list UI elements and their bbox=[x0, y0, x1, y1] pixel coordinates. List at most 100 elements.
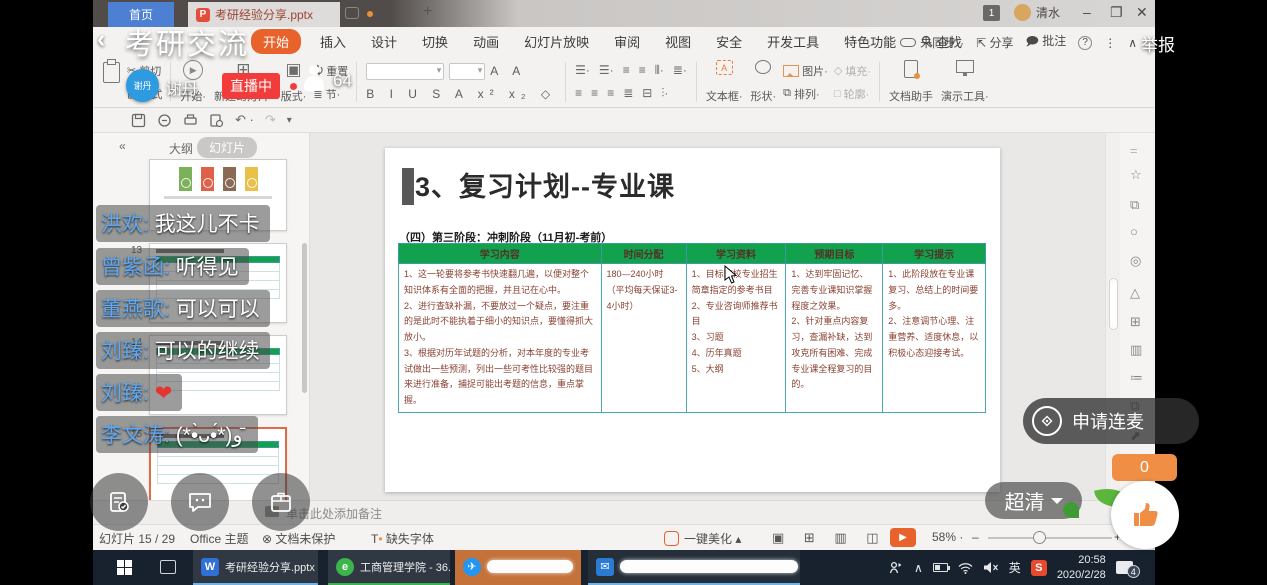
ribbon-tab-animation[interactable]: 动画 bbox=[467, 30, 505, 53]
doc-protection-status[interactable]: ⊗ 文档未保护 bbox=[262, 530, 335, 547]
ribbon-tab-transition[interactable]: 切换 bbox=[416, 30, 454, 53]
sign-in-button[interactable] bbox=[90, 473, 148, 531]
notification-center-icon[interactable]: 4 bbox=[1116, 561, 1133, 574]
streamer-name: 谢丹 bbox=[166, 75, 198, 99]
settings-sliders-icon[interactable]: ≔ bbox=[1130, 370, 1143, 386]
ribbon-tab-insert[interactable]: 插入 bbox=[314, 30, 352, 53]
start-button[interactable] bbox=[117, 560, 132, 575]
scrollbar-thumb[interactable] bbox=[1109, 278, 1118, 330]
chart-panel-icon[interactable]: ▥ bbox=[1130, 342, 1142, 358]
customize-quickbar-button[interactable]: ▾ bbox=[287, 115, 292, 126]
streamer-avatar[interactable]: 谢丹 bbox=[126, 69, 159, 102]
screenshot-root: 首页 P 考研经验分享.pptx + 1 清水 – ❐ ✕ 开始 插入 设计 切… bbox=[0, 0, 1267, 585]
clock[interactable]: 20:58 2020/2/28 bbox=[1057, 553, 1106, 583]
request-mic-button[interactable]: ⟐ 申请连麦 bbox=[1023, 398, 1199, 444]
report-button[interactable]: 举报 bbox=[1141, 31, 1175, 56]
doc-assistant-button[interactable]: 文档助手 bbox=[885, 59, 937, 105]
missing-font-status[interactable]: T• 缺失字体 bbox=[371, 530, 434, 547]
seal-icon[interactable]: ◎ bbox=[1130, 253, 1141, 269]
beautify-button[interactable]: 一键美化 ▴ bbox=[664, 530, 741, 547]
output-icon[interactable] bbox=[157, 113, 172, 128]
account-chip[interactable]: 清水 bbox=[1014, 4, 1060, 21]
speaker-muted-icon[interactable] bbox=[983, 561, 999, 574]
restore-button[interactable]: ❐ bbox=[1110, 4, 1123, 21]
ribbon-tab-strip: 开始 插入 设计 切换 动画 幻灯片放映 审阅 视图 安全 开发工具 特色功能 … bbox=[93, 27, 1155, 55]
comment-button[interactable]: 🗩 批注 bbox=[1026, 32, 1067, 53]
like-button[interactable] bbox=[1111, 481, 1179, 549]
zoom-out-button[interactable]: – bbox=[972, 530, 979, 544]
back-button[interactable]: ‹ bbox=[97, 25, 105, 54]
gift-box-button[interactable] bbox=[252, 473, 310, 531]
sogou-input-icon[interactable]: S bbox=[1031, 560, 1047, 576]
textbox-button[interactable]: A 文本框· bbox=[702, 59, 747, 105]
table-panel-icon[interactable]: ⊞ bbox=[1130, 314, 1141, 330]
paste-button[interactable] bbox=[99, 59, 124, 105]
list-format-buttons-row1[interactable]: ☰·☰·≡≡⫴·≣· bbox=[575, 63, 687, 78]
minimize-button[interactable]: – bbox=[1083, 4, 1091, 20]
fill-button[interactable]: ◇ 填充· bbox=[834, 63, 871, 79]
ribbon-tab-dev-tools[interactable]: 开发工具 bbox=[761, 30, 825, 53]
shapes-button[interactable]: 形状· bbox=[747, 59, 781, 105]
font-size-select[interactable] bbox=[449, 63, 485, 80]
panel-scrollbar[interactable] bbox=[302, 243, 307, 393]
share-button[interactable]: ⇱ 分享 bbox=[976, 34, 1013, 51]
help-button[interactable]: ? bbox=[1078, 36, 1092, 50]
redo-button[interactable]: ↷ bbox=[265, 112, 276, 128]
print-preview-icon[interactable] bbox=[209, 113, 224, 128]
new-tab-button[interactable]: + bbox=[423, 3, 432, 21]
panel-tab-outline[interactable]: 大纲 bbox=[169, 140, 193, 157]
panel-collapse-button[interactable]: « bbox=[119, 139, 126, 153]
switch-windows-icon[interactable]: ⧉ bbox=[1130, 197, 1139, 213]
list-format-buttons-row2[interactable]: ≡≡≡≣⊟⫶· bbox=[575, 86, 687, 101]
undo-button[interactable]: ↶ · bbox=[235, 112, 254, 128]
ribbon-tab-home[interactable]: 开始 bbox=[251, 29, 301, 54]
taskbar-app-chat-flashing[interactable]: ✈ bbox=[455, 550, 581, 585]
battery-icon[interactable] bbox=[933, 563, 948, 572]
ribbon-tab-view[interactable]: 视图 bbox=[659, 30, 697, 53]
slideshow-play-button[interactable]: ▶ bbox=[890, 528, 916, 547]
ribbon-tab-special[interactable]: 特色功能 bbox=[838, 30, 902, 53]
ime-indicator[interactable]: 英 bbox=[1009, 559, 1021, 576]
outline-button[interactable]: □ 轮廓· bbox=[834, 86, 871, 102]
chat-button[interactable] bbox=[171, 473, 229, 531]
taskbar-app-school[interactable]: e 工商管理学院 - 36... bbox=[328, 550, 450, 585]
current-slide[interactable]: 3、复习计划--专业课 （四）第三阶段：冲刺阶段（11月初-考前） 学习内容 时… bbox=[385, 148, 1000, 492]
present-tools-button[interactable]: 演示工具· bbox=[937, 59, 993, 105]
collapse-ribbon-button[interactable]: ∧ bbox=[1128, 36, 1137, 50]
panel-tab-slides[interactable]: 幻灯片 bbox=[197, 137, 257, 158]
document-scrollbar[interactable] bbox=[1105, 133, 1120, 500]
docs-count-badge[interactable]: 1 bbox=[983, 5, 1000, 21]
task-view-button[interactable] bbox=[160, 560, 176, 574]
font-style-buttons[interactable]: B I U S A x² x₂ ◇ bbox=[366, 87, 556, 101]
taskbar-app-wps[interactable]: W 考研经验分享.pptx ... bbox=[193, 550, 318, 585]
arrange-button[interactable]: ⧉ 排列· bbox=[783, 86, 828, 102]
theme-name[interactable]: Office 主题 bbox=[190, 530, 248, 547]
people-nearby-icon[interactable] bbox=[888, 560, 904, 576]
zoom-level[interactable]: 58% · bbox=[932, 530, 963, 544]
picture-button[interactable]: 图片· bbox=[783, 63, 828, 79]
zoom-slider-knob[interactable] bbox=[1033, 531, 1046, 544]
shapes-panel-icon[interactable]: ○ bbox=[1130, 224, 1138, 239]
wifi-icon[interactable] bbox=[958, 562, 973, 574]
slide-counter[interactable]: 幻灯片 15 / 29 bbox=[99, 530, 175, 547]
ribbon-tab-review[interactable]: 审阅 bbox=[608, 30, 646, 53]
more-menu-button[interactable]: ⋮ bbox=[1104, 36, 1116, 50]
sync-status-button[interactable]: 未同步· bbox=[900, 34, 964, 51]
view-mode-buttons[interactable]: ▣ ⊞ ▥ ◫ bbox=[772, 530, 887, 546]
ribbon-tab-design[interactable]: 设计 bbox=[365, 30, 403, 53]
message-bubble-icon[interactable] bbox=[345, 7, 359, 19]
ribbon-tab-security[interactable]: 安全 bbox=[710, 30, 748, 53]
save-icon[interactable] bbox=[131, 113, 146, 128]
chat-text: 我这儿不卡 bbox=[155, 213, 260, 236]
taskbar-app-messenger[interactable]: ✉ bbox=[588, 550, 800, 585]
effects-icon[interactable]: ☆ bbox=[1130, 167, 1142, 183]
taskbar-app-school-label: 工商管理学院 - 36... bbox=[360, 559, 450, 575]
smartart-icon[interactable]: △ bbox=[1130, 285, 1140, 301]
ribbon-tab-slideshow[interactable]: 幻灯片放映 bbox=[518, 30, 595, 53]
tray-expand-icon[interactable]: ∧ bbox=[914, 561, 923, 575]
zoom-slider-track[interactable] bbox=[988, 537, 1112, 539]
font-family-select[interactable] bbox=[366, 63, 444, 80]
close-button[interactable]: ✕ bbox=[1136, 4, 1148, 21]
print-icon[interactable] bbox=[183, 113, 198, 128]
font-grow-shrink-buttons[interactable]: A A bbox=[490, 64, 526, 78]
